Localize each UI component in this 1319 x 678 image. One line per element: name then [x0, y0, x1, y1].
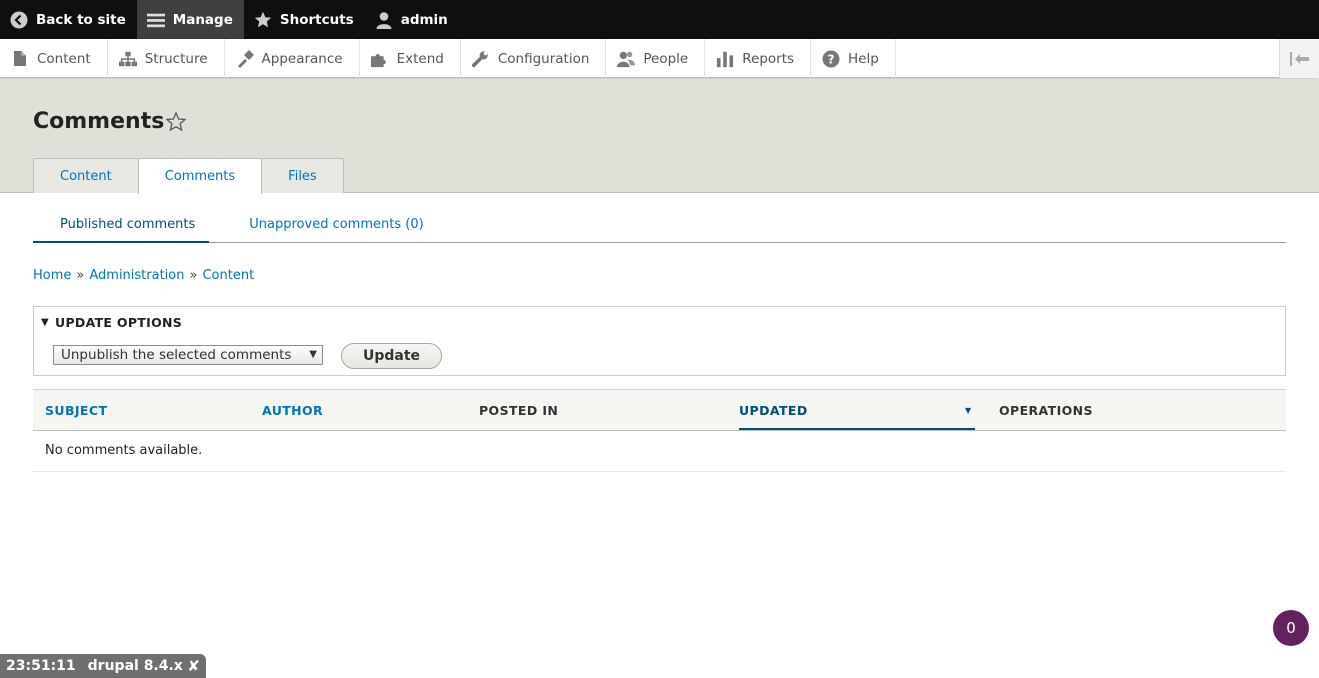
user-label: admin [400, 11, 448, 28]
environment-tag: 23:51:11 drupal 8.4.x ✘ [0, 654, 206, 678]
breadcrumb-separator: » [189, 268, 198, 283]
svg-text:?: ? [828, 52, 835, 66]
toolbar-bar: Back to site Manage Shortcuts admin [0, 0, 1319, 39]
menu-item-reports[interactable]: Reports [705, 39, 812, 78]
tray-orientation-toggle[interactable] [1279, 39, 1319, 78]
tab-content[interactable]: Content [33, 158, 139, 193]
subtab-unapproved-comments[interactable]: Unapproved comments (0) [209, 209, 436, 243]
menu-item-label: Help [848, 50, 879, 67]
menu-item-extend[interactable]: Extend [360, 39, 461, 78]
bar-chart-icon [716, 50, 734, 68]
header-operations: OPERATIONS [999, 403, 1093, 418]
menu-item-structure[interactable]: Structure [108, 39, 225, 78]
update-options-label: UPDATE OPTIONS [55, 315, 183, 330]
menu-item-label: Structure [144, 50, 208, 67]
add-shortcut-star-icon[interactable] [165, 111, 187, 135]
manage-label: Manage [172, 11, 233, 28]
table-header: SUBJECT AUTHOR POSTED IN UPDATED ▼ OPERA… [33, 389, 1286, 431]
menu-item-label: Content [37, 50, 91, 67]
breadcrumb-administration[interactable]: Administration [89, 268, 184, 283]
menu-item-people[interactable]: People [606, 39, 706, 78]
back-to-site-label: Back to site [36, 11, 126, 28]
help-icon: ? [822, 50, 840, 68]
header-author[interactable]: AUTHOR [262, 403, 323, 418]
star-icon [254, 11, 272, 29]
breadcrumb-separator: » [76, 268, 85, 283]
shortcuts-tab[interactable]: Shortcuts [244, 0, 365, 39]
comments-table: SUBJECT AUTHOR POSTED IN UPDATED ▼ OPERA… [33, 389, 1286, 472]
close-icon[interactable]: ✘ [187, 657, 200, 675]
update-button[interactable]: Update [341, 343, 442, 369]
admin-menu-tray: Content Structure Appearance Extend Conf… [0, 39, 1319, 78]
dropdown-arrow-icon: ▼ [309, 349, 317, 360]
action-select-value: Unpublish the selected comments [61, 347, 292, 363]
user-icon [375, 11, 393, 29]
table-empty-row: No comments available. [33, 431, 1286, 472]
menu-item-label: Appearance [261, 50, 343, 67]
people-icon [617, 50, 636, 68]
menu-item-label: Reports [742, 50, 795, 67]
header-subject[interactable]: SUBJECT [45, 403, 107, 418]
sitemap-icon [118, 50, 137, 68]
breadcrumb-content[interactable]: Content [202, 268, 254, 283]
triangle-down-icon: ▼ [41, 317, 49, 328]
hamburger-icon [146, 11, 165, 29]
paintbrush-icon [236, 49, 254, 68]
header-updated[interactable]: UPDATED [739, 403, 808, 418]
puzzle-icon [370, 50, 389, 68]
breadcrumb: Home » Administration » Content [33, 268, 254, 283]
update-options-toggle[interactable]: ▼ UPDATE OPTIONS [41, 315, 182, 330]
collapse-left-icon [1289, 51, 1309, 66]
notification-count-badge[interactable]: 0 [1273, 610, 1309, 646]
back-arrow-icon [10, 11, 28, 29]
shortcuts-label: Shortcuts [279, 11, 354, 28]
breadcrumb-home[interactable]: Home [33, 268, 71, 283]
manage-tab[interactable]: Manage [136, 0, 244, 39]
menu-item-configuration[interactable]: Configuration [461, 39, 607, 78]
page-header: Comments Content Comments Files [0, 79, 1319, 194]
clock-time: 23:51:11 [6, 658, 76, 674]
user-tab[interactable]: admin [365, 0, 459, 39]
sort-descending-icon: ▼ [965, 406, 972, 415]
tab-comments[interactable]: Comments [137, 158, 263, 194]
action-select[interactable]: Unpublish the selected comments ▼ [53, 345, 323, 365]
primary-tabs: Content Comments Files [33, 158, 344, 194]
page-title: Comments [33, 109, 165, 134]
drupal-version: drupal 8.4.x [87, 658, 183, 674]
menu-item-label: Extend [396, 50, 444, 67]
menu-item-help[interactable]: ? Help [811, 39, 896, 78]
menu-item-label: People [643, 50, 689, 67]
file-icon [11, 50, 29, 68]
back-to-site-link[interactable]: Back to site [0, 0, 137, 39]
menu-item-content[interactable]: Content [0, 39, 108, 78]
secondary-tabs: Published comments Unapproved comments (… [33, 209, 1286, 243]
active-sort-indicator [739, 428, 975, 430]
menu-item-label: Configuration [497, 50, 590, 67]
update-options-panel: ▼ UPDATE OPTIONS Unpublish the selected … [33, 306, 1286, 376]
subtab-published-comments[interactable]: Published comments [33, 209, 210, 243]
wrench-icon [471, 50, 490, 68]
tab-files[interactable]: Files [261, 158, 344, 193]
header-posted-in: POSTED IN [479, 403, 559, 418]
menu-item-appearance[interactable]: Appearance [225, 39, 360, 78]
